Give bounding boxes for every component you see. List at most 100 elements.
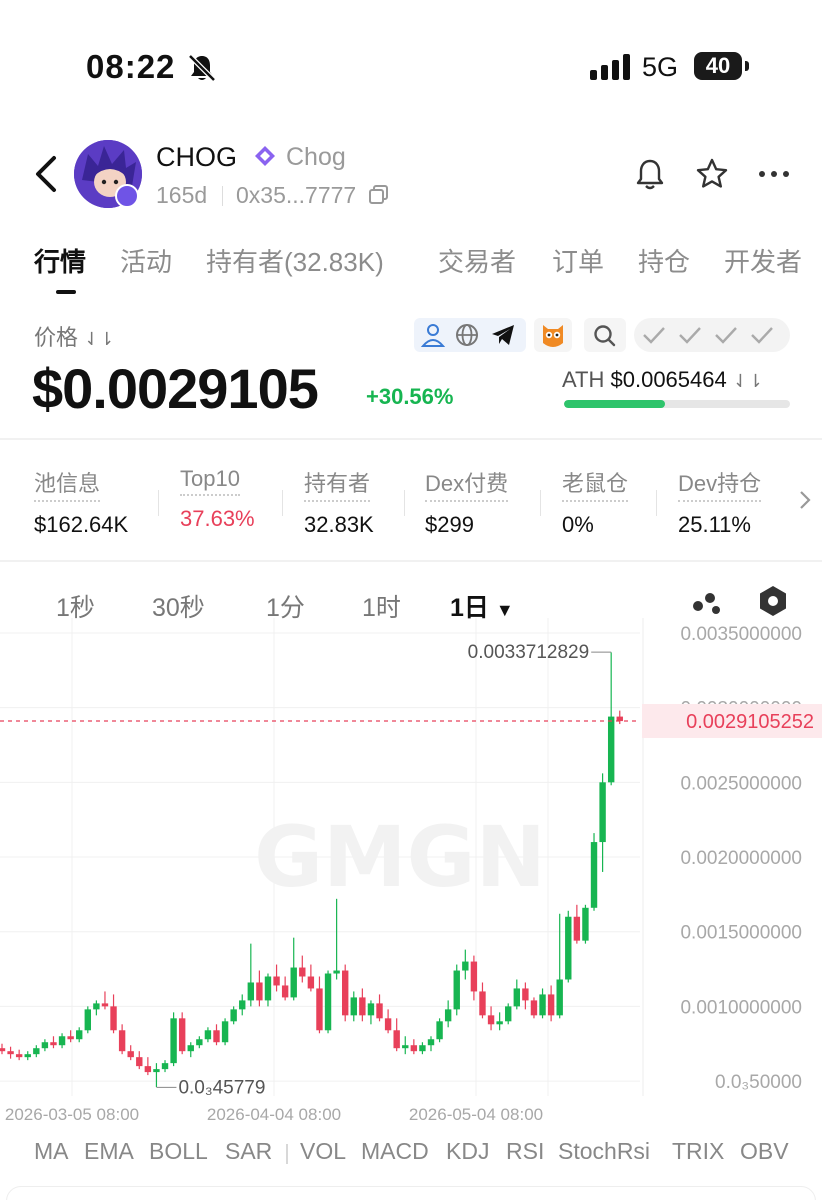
bell-off-icon [188,54,216,82]
copy-icon[interactable] [368,184,390,206]
globe-icon[interactable] [454,322,480,348]
price-label-text: 价格 [34,325,79,350]
search-icon [594,325,616,347]
candle-body [479,991,486,1016]
candle-body [187,1045,194,1052]
indicator-stochrsi[interactable]: StochRsi [558,1138,650,1165]
stat-insiders[interactable]: 老鼠仓 0% [562,466,629,538]
stat-label: 池信息 [34,466,101,502]
tab-traders[interactable]: 交易者 [438,242,516,279]
price-chart[interactable]: GMGN 0.00350000000.00300000000.002500000… [0,618,822,1130]
watermark: GMGN [254,808,546,906]
divider [0,438,822,440]
y-tick-label: 0.0025000000 [680,773,802,794]
tab-developer[interactable]: 开发者 [724,242,802,279]
candle-body [419,1045,426,1052]
ath-value: $0.0065464 [610,367,727,392]
stat-dex-paid[interactable]: Dex付费 $299 [425,466,509,538]
tab-market[interactable]: 行情 [34,242,86,279]
low-price-label: 0.0₃45779 [178,1077,265,1098]
candle-body [0,1048,6,1052]
tab-activity[interactable]: 活动 [120,242,172,279]
candle-body [153,1069,160,1073]
candle-body [101,1003,109,1007]
price-label[interactable]: 价格 ⇃⇂ [34,320,114,352]
bell-icon[interactable] [632,156,668,192]
indicator-separator [286,1144,288,1164]
candle-body [539,994,546,1016]
indicator-obv[interactable]: OBV [740,1138,789,1165]
y-tick-label: 0.0020000000 [680,848,802,869]
candle-body [110,1006,117,1031]
tab-holders[interactable]: 持有者(32.83K) [206,242,384,279]
stat-separator [158,490,159,516]
contract-address[interactable]: 0x35...7777 [236,182,356,209]
candle-body [573,916,581,941]
stat-separator [282,490,283,516]
candle-body [281,985,289,998]
candle-body [7,1051,14,1055]
candle-body [547,994,555,1016]
candle-body [204,1030,212,1040]
drawing-tools-icon[interactable] [690,586,724,616]
more-icon[interactable] [756,156,792,192]
indicator-ema[interactable]: EMA [84,1138,134,1165]
candle-body [299,967,306,977]
indicator-sar[interactable]: SAR [225,1138,272,1165]
candle-body [264,976,272,1001]
candle-body [324,973,332,1031]
search-button[interactable] [584,318,626,352]
current-price-label: 0.0029105252 [686,711,814,733]
y-tick-label: 0.0035000000 [680,624,802,645]
candle-body [290,967,297,998]
tab-indicator [56,290,76,294]
stat-label: Dex付费 [425,466,509,502]
candle-body [402,1045,409,1049]
stat-pool[interactable]: 池信息 $162.64K [34,466,128,538]
indicator-macd[interactable]: MACD [361,1138,429,1165]
indicator-vol[interactable]: VOL [300,1138,346,1165]
stat-holders[interactable]: 持有者 32.83K [304,466,374,538]
star-icon[interactable] [694,156,730,192]
candle-body [58,1036,66,1046]
chevron-right-icon[interactable] [798,488,812,512]
candle-body [342,970,349,1016]
stat-separator [540,490,541,516]
indicator-boll[interactable]: BOLL [149,1138,208,1165]
candle-body [522,988,529,1001]
stat-dev-holding[interactable]: Dev持仓 25.11% [678,466,762,538]
back-icon[interactable] [32,154,60,194]
stat-top10[interactable]: Top10 37.63% [180,466,255,532]
tab-orders[interactable]: 订单 [552,242,604,279]
indicator-ma[interactable]: MA [34,1138,69,1165]
y-tick-label: 0.0015000000 [680,923,802,944]
candle-body [33,1048,40,1055]
stat-value: 32.83K [304,512,374,537]
user-icon[interactable] [420,322,446,348]
header-separator [222,186,223,206]
indicator-kdj[interactable]: KDJ [446,1138,489,1165]
candle-body [247,982,255,1001]
tab-positions[interactable]: 持仓 [638,242,690,279]
candle-body [213,1030,220,1043]
tab-bar: 行情 活动 持有者(32.83K) 交易者 订单 持仓 开发者 [0,236,822,296]
candle-body [76,1030,83,1040]
settings-icon[interactable] [756,584,790,618]
telegram-icon[interactable] [490,322,516,348]
owl-button[interactable] [534,318,572,352]
indicator-trix[interactable]: TRIX [672,1138,724,1165]
candle-body [230,1009,237,1022]
high-price-label: 0.0033712829 [468,642,590,663]
indicator-rsi[interactable]: RSI [506,1138,544,1165]
candle-body [144,1066,152,1073]
candle-body [93,1003,100,1010]
candle-body [350,997,357,1016]
status-time: 08:22 [86,48,176,85]
candle-body [444,1009,452,1022]
candle-body [256,982,263,1001]
candle-body [505,1006,512,1022]
ath-row[interactable]: ATH $0.0065464 ⇃⇂ [562,367,763,393]
audit-checks[interactable] [634,318,790,352]
current-price: $0.0029105 [32,357,319,420]
candle-body [565,916,572,980]
